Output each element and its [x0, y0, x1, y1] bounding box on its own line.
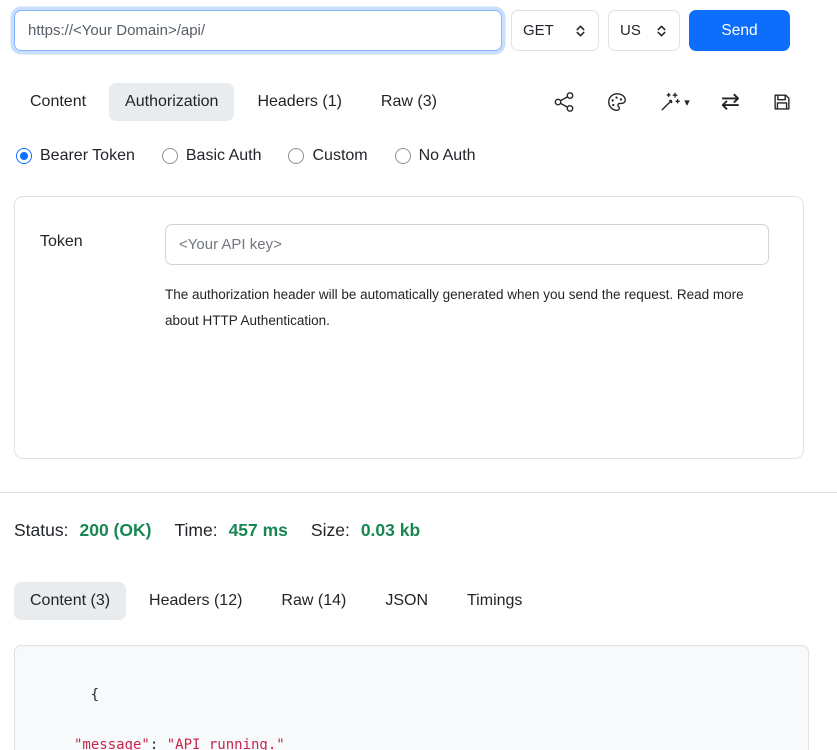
- request-bar: GET US Send: [14, 10, 804, 51]
- radio-dot: [395, 148, 411, 164]
- size-label: Size:: [311, 520, 350, 541]
- select-arrows-icon: [655, 24, 668, 38]
- time-value: 457 ms: [229, 520, 288, 541]
- tab-raw[interactable]: Raw (3): [365, 83, 453, 121]
- json-value: "API running.": [167, 737, 285, 750]
- save-icon: [771, 91, 793, 113]
- tab-headers[interactable]: Headers (1): [241, 83, 357, 121]
- save-button[interactable]: [771, 91, 793, 113]
- token-label: Token: [40, 224, 165, 431]
- tab-authorization[interactable]: Authorization: [109, 83, 234, 121]
- region-select-value: US: [620, 22, 641, 39]
- palette-icon: [606, 91, 628, 113]
- radio-basic-auth[interactable]: Basic Auth: [162, 147, 262, 165]
- caret-down-icon: ▾: [684, 97, 690, 108]
- json-colon: :: [150, 737, 167, 750]
- token-panel: Token The authorization header will be a…: [14, 196, 804, 459]
- region-select[interactable]: US: [608, 10, 680, 51]
- tab-response-timings[interactable]: Timings: [451, 582, 538, 620]
- auth-type-options: Bearer Token Basic Auth Custom No Auth: [14, 147, 804, 165]
- method-select-value: GET: [523, 22, 554, 39]
- status-label: Status:: [14, 520, 68, 541]
- code-line: {: [15, 658, 808, 733]
- status-value: 200 (OK): [79, 520, 151, 541]
- time-item: Time: 457 ms: [174, 520, 287, 541]
- status-item: Status: 200 (OK): [14, 520, 151, 541]
- response-tabs: Content (3) Headers (12) Raw (14) JSON T…: [14, 582, 804, 620]
- size-value: 0.03 kb: [361, 520, 420, 541]
- request-tabs: Content Authorization Headers (1) Raw (3…: [14, 83, 804, 121]
- json-key: "message": [74, 737, 150, 750]
- radio-label: Basic Auth: [186, 147, 262, 165]
- radio-bearer-token[interactable]: Bearer Token: [16, 147, 135, 165]
- token-input[interactable]: [165, 224, 769, 265]
- section-divider: [0, 492, 837, 493]
- share-icon: [553, 91, 575, 113]
- swap-button[interactable]: ⇄: [721, 91, 740, 114]
- radio-label: Bearer Token: [40, 147, 135, 165]
- radio-label: No Auth: [419, 147, 476, 165]
- tab-response-content[interactable]: Content (3): [14, 582, 126, 620]
- magic-actions-button[interactable]: ▾: [659, 91, 690, 113]
- response-body: { "message": "API running." }: [14, 645, 809, 750]
- radio-custom[interactable]: Custom: [288, 147, 367, 165]
- size-item: Size: 0.03 kb: [311, 520, 420, 541]
- request-toolbar: ▾ ⇄: [553, 91, 804, 114]
- radio-dot: [16, 148, 32, 164]
- token-panel-main: The authorization header will be automat…: [165, 224, 769, 431]
- method-select[interactable]: GET: [511, 10, 599, 51]
- share-button[interactable]: [553, 91, 575, 113]
- swap-arrows-icon: ⇄: [721, 91, 740, 114]
- send-button[interactable]: Send: [689, 10, 790, 51]
- radio-label: Custom: [312, 147, 367, 165]
- theme-button[interactable]: [606, 91, 628, 113]
- json-open-brace: {: [91, 687, 99, 703]
- time-label: Time:: [174, 520, 217, 541]
- select-arrows-icon: [574, 24, 587, 38]
- radio-dot: [162, 148, 178, 164]
- tab-response-json[interactable]: JSON: [369, 582, 444, 620]
- tab-response-headers[interactable]: Headers (12): [133, 582, 258, 620]
- response-summary: Status: 200 (OK) Time: 457 ms Size: 0.03…: [14, 520, 804, 541]
- tab-content[interactable]: Content: [14, 83, 102, 121]
- magic-wand-icon: [659, 91, 681, 113]
- tab-response-raw[interactable]: Raw (14): [265, 582, 362, 620]
- code-line: "message": "API running.": [15, 733, 808, 750]
- token-help-text: The authorization header will be automat…: [165, 282, 751, 334]
- api-tester-page: GET US Send Content Authorization Header…: [0, 0, 837, 750]
- radio-dot: [288, 148, 304, 164]
- url-input[interactable]: [14, 10, 502, 51]
- radio-no-auth[interactable]: No Auth: [395, 147, 476, 165]
